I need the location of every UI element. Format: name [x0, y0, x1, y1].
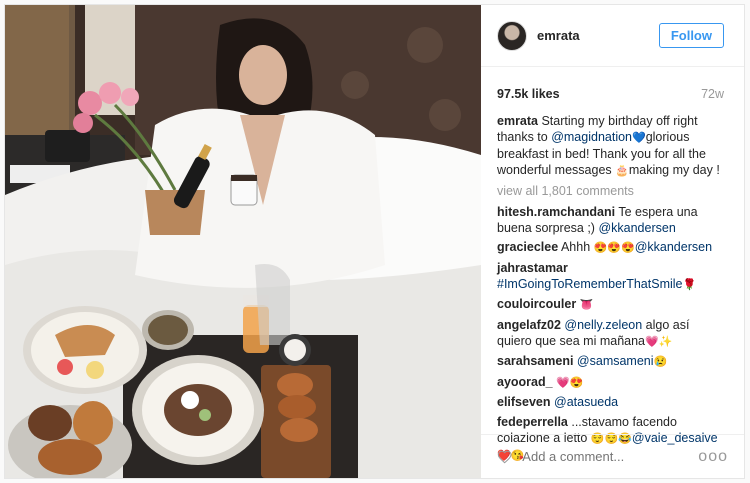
- comment-emoji: 👅: [579, 299, 594, 311]
- comment-emoji: 💗😍: [556, 376, 584, 389]
- comment-emoji: 😍😍😍: [593, 242, 635, 254]
- caption-mention[interactable]: @magidnation: [551, 130, 632, 144]
- post-age[interactable]: 72w: [701, 87, 724, 101]
- comment-username[interactable]: angelafz02: [497, 318, 561, 332]
- blue-heart-emoji: 💙: [632, 132, 646, 144]
- comment-username[interactable]: elifseven: [497, 395, 551, 409]
- caption-text-3: making my day !: [628, 163, 720, 177]
- post-side-panel: emrata Follow 97.5k likes 72w emrata Sta…: [481, 5, 744, 478]
- comment-username[interactable]: gracieclee: [497, 240, 558, 254]
- comment-item: ayoorad_ 💗😍: [497, 374, 724, 391]
- comment-mention[interactable]: @samsameni: [577, 354, 654, 368]
- comment-mention[interactable]: @kkandersen: [635, 240, 712, 254]
- comment-mention[interactable]: @kkandersen: [598, 221, 675, 235]
- comment-username[interactable]: couloircouler: [497, 297, 576, 311]
- comment-mention[interactable]: @nelly.zeleon: [564, 318, 642, 332]
- heart-outline-icon[interactable]: [497, 447, 512, 467]
- comment-username[interactable]: jahrastamar: [497, 261, 568, 275]
- header-username[interactable]: emrata: [537, 28, 659, 43]
- cake-emoji: 🎂: [615, 165, 629, 177]
- comment-username[interactable]: sarahsameni: [497, 354, 573, 368]
- follow-button[interactable]: Follow: [658, 23, 724, 48]
- comments-list: emrata Starting my birthday off right th…: [481, 101, 744, 464]
- avatar[interactable]: [497, 20, 527, 51]
- post-meta: 97.5k likes 72w: [481, 67, 744, 101]
- comment-hashtag[interactable]: #ImGoingToRememberThatSmile: [497, 277, 683, 291]
- comment-footer: ooo: [481, 434, 744, 478]
- more-options-button[interactable]: ooo: [698, 448, 728, 466]
- comment-item: elifseven @atasueda: [497, 394, 724, 410]
- post-header: emrata Follow: [481, 5, 744, 67]
- comment-mention[interactable]: @atasueda: [554, 395, 618, 409]
- comment-item: jahrastamar #ImGoingToRememberThatSmile🌹: [497, 260, 724, 293]
- instagram-post: emrata Follow 97.5k likes 72w emrata Sta…: [4, 4, 745, 479]
- comment-item: hitesh.ramchandani Te espera una buena s…: [497, 204, 724, 236]
- comment-emoji: 😢: [653, 356, 668, 368]
- caption-username[interactable]: emrata: [497, 114, 538, 128]
- comment-username[interactable]: hitesh.ramchandani: [497, 205, 615, 219]
- comment-item: couloircouler 👅: [497, 296, 724, 313]
- comment-item: angelafz02 @nelly.zeleon algo así quiero…: [497, 317, 724, 350]
- comment-username[interactable]: ayoorad_: [497, 375, 553, 389]
- comment-emoji: 💗✨: [645, 335, 673, 348]
- view-all-comments-link[interactable]: view all 1,801 comments: [497, 183, 724, 199]
- comment-emoji: 🌹: [682, 278, 697, 291]
- comment-text: Ahhh: [558, 240, 594, 254]
- likes-count[interactable]: 97.5k likes: [497, 87, 560, 101]
- comment-item: sarahsameni @samsameni😢: [497, 353, 724, 370]
- add-comment-input[interactable]: [522, 449, 699, 464]
- post-photo: [5, 5, 481, 478]
- comment-username[interactable]: fedeperrella: [497, 415, 568, 429]
- breakfast-in-bed-image: [5, 5, 481, 478]
- comment-item: gracieclee Ahhh 😍😍😍@kkandersen: [497, 239, 724, 256]
- caption: emrata Starting my birthday off right th…: [497, 113, 724, 179]
